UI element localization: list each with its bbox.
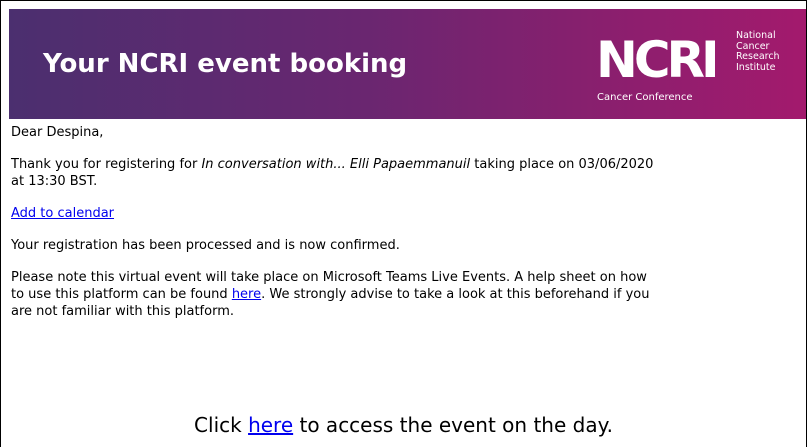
note-line-2-suffix: . We strongly advise to take a look at t… — [261, 287, 650, 302]
logo-subtitle: Cancer Conference — [597, 92, 693, 103]
cta-suffix: to access the event on the day. — [293, 413, 613, 437]
calendar-paragraph: Add to calendar — [11, 205, 806, 222]
cta-prefix: Click — [194, 413, 249, 437]
note-line-1: Please note this virtual event will take… — [11, 270, 647, 285]
ncri-logo: NCRI National Cancer Research Institute … — [596, 29, 796, 109]
note-paragraph: Please note this virtual event will take… — [11, 269, 806, 320]
page-title: Your NCRI event booking — [43, 49, 408, 79]
header-banner: Your NCRI event booking NCRI National Ca… — [9, 9, 806, 119]
intro-paragraph: Thank you for registering for In convers… — [11, 156, 806, 190]
logo-word: Institute — [736, 61, 776, 73]
note-line-3: are not familiar with this platform. — [11, 304, 234, 319]
intro-mid: taking place on 03/06/2020 — [470, 157, 654, 172]
logo-mark: NCRI — [596, 31, 720, 89]
access-event-cta: Click here to access the event on the da… — [1, 413, 806, 437]
email-body: Dear Despina, Thank you for registering … — [11, 124, 806, 335]
confirmation-text: Your registration has been processed and… — [11, 238, 400, 253]
intro-time: at 13:30 BST. — [11, 174, 98, 189]
note-line-2-prefix: to use this platform can be found — [11, 287, 232, 302]
logo-word: National — [736, 30, 776, 41]
event-name: In conversation with... Elli Papaemmanui… — [201, 157, 471, 172]
access-event-link[interactable]: here — [248, 413, 293, 437]
intro-prefix: Thank you for registering for — [11, 157, 202, 172]
help-sheet-link[interactable]: here — [232, 287, 261, 302]
logo-word: Research — [736, 51, 780, 62]
logo-wordmark: National Cancer Research Institute — [736, 30, 780, 73]
add-to-calendar-link[interactable]: Add to calendar — [11, 206, 114, 221]
greeting: Dear Despina, — [11, 125, 104, 140]
email-frame: Your NCRI event booking NCRI National Ca… — [0, 0, 807, 447]
